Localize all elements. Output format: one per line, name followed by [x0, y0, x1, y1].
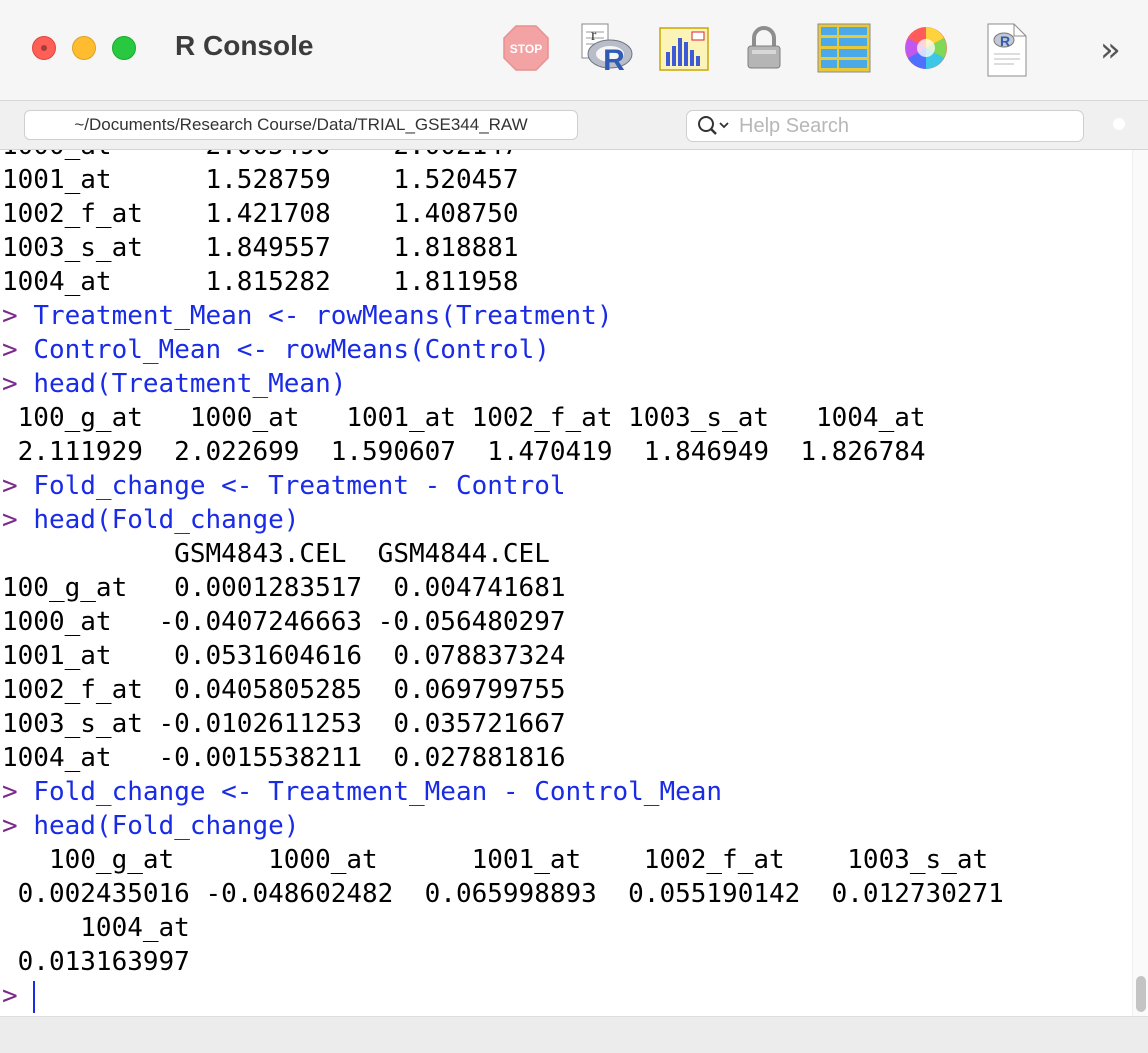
status-indicator [1113, 118, 1125, 130]
console-command-line: > Fold_change <- Treatment - Control [2, 469, 1019, 503]
console-prompt: > [2, 335, 18, 365]
stop-label: STOP [510, 42, 542, 56]
console-output-line: 1004_at -0.0015538211 0.027881816 [2, 743, 566, 773]
console-prompt: > [2, 505, 18, 535]
console-output-line: 0.002435016 -0.048602482 0.065998893 0.0… [2, 879, 1020, 909]
console-command-line: > Treatment_Mean <- rowMeans(Treatment) [2, 299, 1019, 333]
scrollbar-thumb[interactable] [1136, 976, 1146, 1012]
console-prompt: > [2, 811, 18, 841]
console-prompt: > [2, 369, 18, 399]
svg-text:R: R [1000, 33, 1010, 49]
console-command-line: > head(Fold_change) [2, 503, 1019, 537]
console-output-line: 1004_at 1.815282 1.811958 [2, 267, 519, 297]
console-command-text: Fold_change <- Treatment_Mean - Control_… [33, 777, 723, 807]
console-output-line: 1004_at [2, 913, 206, 943]
console-lines: 1000_at 2.005490 2.002147 1001_at 1.52875… [2, 150, 1019, 1013]
console-command-text: head(Fold_change) [33, 505, 300, 535]
console-command-text: head(Fold_change) [33, 811, 300, 841]
window-title: R Console [175, 30, 314, 61]
console-scrollbar[interactable] [1132, 150, 1148, 1016]
console-output-line: 2.111929 2.022699 1.590607 1.470419 1.84… [2, 437, 942, 467]
working-directory-bar: ~/Documents/Research Course/Data/TRIAL_G… [0, 101, 1148, 150]
console-output-line: 100_g_at 1000_at 1001_at 1002_f_at 1003_… [2, 403, 942, 433]
stop-icon[interactable]: STOP [500, 22, 552, 74]
console-prompt: > [2, 471, 18, 501]
text-cursor [33, 980, 36, 1013]
console-command-line: > head(Treatment_Mean) [2, 367, 1019, 401]
console-output-line: 1001_at 1.528759 1.520457 [2, 165, 519, 195]
chart-icon[interactable] [658, 22, 710, 74]
console-command-line: > Control_Mean <- rowMeans(Control) [2, 333, 1019, 367]
zoom-window-button[interactable] [112, 36, 136, 60]
console-output-line: 1003_s_at -0.0102611253 0.035721667 [2, 709, 566, 739]
console-prompt: > [2, 981, 18, 1011]
color-wheel-icon[interactable] [900, 22, 952, 74]
minimize-window-button[interactable] [72, 36, 96, 60]
console-output[interactable]: 1000_at 2.005490 2.002147 1001_at 1.52875… [0, 150, 1132, 1016]
help-search-field[interactable]: Help Search [686, 110, 1084, 142]
console-command-text: head(Treatment_Mean) [33, 369, 347, 399]
lock-icon[interactable] [738, 22, 790, 74]
console-prompt: > [2, 777, 18, 807]
status-bar [0, 1016, 1148, 1053]
title-bar: R Console STOP R r R » [0, 0, 1148, 101]
console-output-line: 1000_at 2.005490 2.002147 [2, 150, 1019, 163]
console-command-text: Fold_change <- Treatment - Control [33, 471, 566, 501]
console-input-line: > [2, 979, 1019, 1013]
console-output-line: 1000_at -0.0407246663 -0.056480297 [2, 607, 566, 637]
r-document-icon[interactable]: R [980, 22, 1032, 77]
close-window-button[interactable] [32, 36, 56, 60]
console-prompt: > [2, 301, 18, 331]
data-table-icon[interactable] [816, 22, 871, 74]
r-source-icon[interactable]: R r [578, 22, 633, 77]
help-search-placeholder: Help Search [739, 115, 850, 137]
console-output-line: 100_g_at 0.0001283517 0.004741681 [2, 573, 566, 603]
console-output-line: 1003_s_at 1.849557 1.818881 [2, 233, 519, 263]
console-command-line: > head(Fold_change) [2, 809, 1019, 843]
console-output-line: GSM4843.CEL GSM4844.CEL [2, 539, 550, 569]
console-output-line: 1001_at 0.0531604616 0.078837324 [2, 641, 566, 671]
console-command-line: > Fold_change <- Treatment_Mean - Contro… [2, 775, 1019, 809]
console-output-line: 1002_f_at 0.0405805285 0.069799755 [2, 675, 566, 705]
console-command-text: Control_Mean <- rowMeans(Control) [33, 335, 550, 365]
console-output-line: 1002_f_at 1.421708 1.408750 [2, 199, 519, 229]
console-output-line: 0.013163997 [2, 947, 206, 977]
console-output-line: 100_g_at 1000_at 1001_at 1002_f_at 1003_… [2, 845, 1004, 875]
working-directory-field[interactable]: ~/Documents/Research Course/Data/TRIAL_G… [24, 110, 578, 140]
toolbar-overflow-button[interactable]: » [1100, 30, 1121, 70]
svg-text:r: r [591, 27, 597, 44]
search-icon[interactable] [697, 115, 731, 137]
console-command-text: Treatment_Mean <- rowMeans(Treatment) [33, 301, 613, 331]
svg-text:R: R [603, 44, 625, 74]
